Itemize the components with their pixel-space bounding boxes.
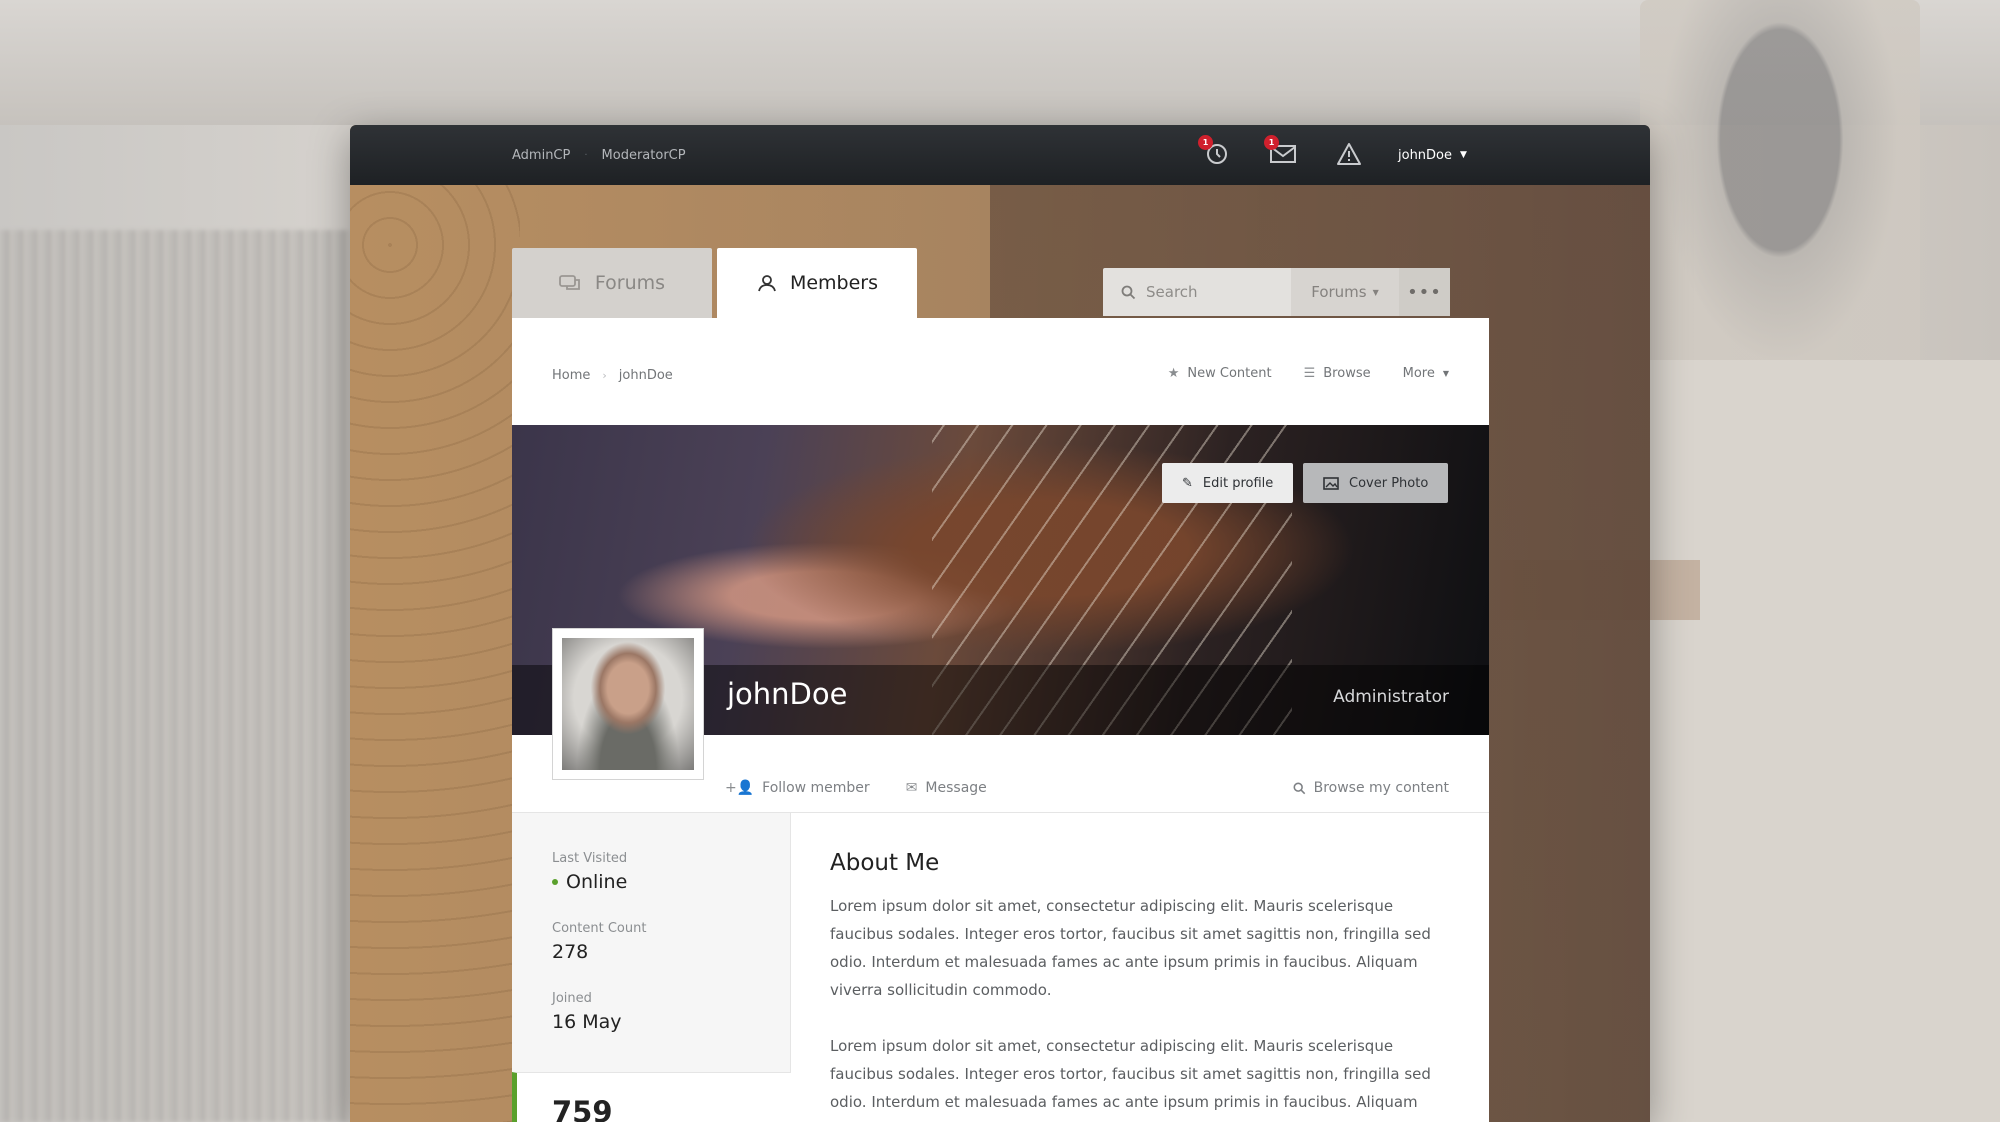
stat-last-visited: Last Visited Online xyxy=(552,851,627,893)
star-icon: ★ xyxy=(1167,366,1180,381)
cover-photo-button[interactable]: Cover Photo xyxy=(1303,463,1449,503)
message-button[interactable]: ✉ Message xyxy=(906,780,987,796)
breadcrumb-current[interactable]: johnDoe xyxy=(619,368,673,383)
message-label: Message xyxy=(925,780,987,796)
stat-label: Last Visited xyxy=(552,851,628,866)
profile-name: johnDoe xyxy=(727,677,848,711)
username: johnDoe xyxy=(1398,147,1453,163)
edit-profile-button[interactable]: ✎ Edit profile xyxy=(1162,463,1294,503)
follow-member-button[interactable]: +👤 Follow member xyxy=(725,780,870,796)
online-status-dot xyxy=(552,879,558,885)
search-scope-dropdown[interactable]: Forums ▼ xyxy=(1291,268,1399,316)
about-me-paragraph: Lorem ipsum dolor sit amet, consectetur … xyxy=(830,897,1431,999)
caret-down-icon: ▼ xyxy=(1460,150,1467,160)
breadcrumb-home[interactable]: Home xyxy=(552,368,590,383)
profile-actions: +👤 Follow member ✉ Message xyxy=(725,780,987,796)
messages-button[interactable]: 1 xyxy=(1264,135,1300,171)
link-separator: · xyxy=(584,149,588,161)
tab-forums-label: Forums xyxy=(594,272,666,294)
header-pattern xyxy=(350,185,520,1122)
notifications-button[interactable]: 1 xyxy=(1198,135,1234,171)
search-icon xyxy=(1121,285,1136,299)
stat-value: 278 xyxy=(552,941,589,963)
stat-label: Joined xyxy=(552,991,592,1006)
admincp-link[interactable]: AdminCP xyxy=(512,148,570,163)
reports-button[interactable] xyxy=(1332,137,1366,171)
avatar-photo xyxy=(562,638,694,770)
tab-members[interactable]: Members xyxy=(717,248,917,318)
breadcrumb: Home › johnDoe xyxy=(552,368,673,383)
more-label: More xyxy=(1402,366,1435,381)
caret-down-icon: ▼ xyxy=(1442,369,1449,378)
image-icon xyxy=(1323,476,1339,490)
pencil-icon: ✎ xyxy=(1182,475,1193,491)
members-icon xyxy=(758,275,776,292)
profile-panel: Home › johnDoe ★ New Content ☰ Browse Mo… xyxy=(512,318,1489,1122)
add-user-icon: +👤 xyxy=(725,780,755,796)
stat-joined: Joined 16 May xyxy=(552,991,622,1033)
user-menu[interactable]: johnDoe ▼ xyxy=(1398,125,1467,185)
moderatorcp-link[interactable]: ModeratorCP xyxy=(602,148,686,163)
warning-icon xyxy=(1337,143,1361,165)
background-speaker xyxy=(1640,0,1920,400)
stat-content-count: Content Count 278 xyxy=(552,921,646,963)
secondary-nav: ★ New Content ☰ Browse More ▼ xyxy=(1168,366,1449,381)
cover-photo-label: Cover Photo xyxy=(1349,475,1429,491)
search-options-button[interactable]: ••• xyxy=(1399,268,1450,316)
envelope-icon: ✉ xyxy=(905,780,918,796)
chat-bubbles-icon xyxy=(559,275,580,290)
search-input[interactable]: Search xyxy=(1103,268,1291,316)
top-navigation-bar: AdminCP · ModeratorCP 1 1 johnDoe ▼ xyxy=(350,125,1650,185)
caret-down-icon: ▼ xyxy=(1372,287,1379,297)
menu-icon: ☰ xyxy=(1303,366,1316,381)
about-me-paragraph: Lorem ipsum dolor sit amet, consectetur … xyxy=(830,1037,1431,1111)
browse-link[interactable]: ☰ Browse xyxy=(1304,366,1371,381)
online-status-text: Online xyxy=(566,871,628,893)
avatar[interactable] xyxy=(552,628,704,780)
reputation-block: 759 xyxy=(512,1072,791,1122)
edit-profile-label: Edit profile xyxy=(1202,475,1274,491)
notifications-badge: 1 xyxy=(1198,135,1213,150)
about-me-section: About Me Lorem ipsum dolor sit amet, con… xyxy=(830,850,1450,1122)
search-placeholder: Search xyxy=(1146,283,1198,301)
browse-my-content-link[interactable]: Browse my content xyxy=(1293,780,1449,796)
search-scope-label: Forums xyxy=(1311,283,1367,301)
messages-badge: 1 xyxy=(1264,135,1279,150)
browse-label: Browse xyxy=(1323,366,1371,381)
search-bar: Search Forums ▼ ••• xyxy=(1103,268,1450,316)
reputation-value: 759 xyxy=(552,1095,613,1122)
ellipsis-icon: ••• xyxy=(1407,281,1442,303)
browser-window: AdminCP · ModeratorCP 1 1 johnDoe ▼ Foru… xyxy=(350,125,1650,1122)
new-content-label: New Content xyxy=(1187,366,1272,381)
follow-member-label: Follow member xyxy=(762,780,870,796)
about-me-title: About Me xyxy=(830,850,940,876)
stat-label: Content Count xyxy=(552,921,647,936)
stat-value: 16 May xyxy=(552,1011,622,1033)
stat-value: Online xyxy=(552,871,627,893)
search-icon xyxy=(1293,782,1305,794)
profile-role: Administrator xyxy=(1333,687,1449,707)
profile-stats-sidebar: Last Visited Online Content Count 278 Jo… xyxy=(512,813,791,1122)
new-content-link[interactable]: ★ New Content xyxy=(1168,366,1272,381)
background-record-shelf xyxy=(0,230,350,1122)
browse-my-content-label: Browse my content xyxy=(1313,780,1449,796)
chevron-right-icon: › xyxy=(602,369,607,382)
more-dropdown[interactable]: More ▼ xyxy=(1403,366,1449,381)
tab-forums[interactable]: Forums xyxy=(512,248,712,318)
tab-members-label: Members xyxy=(789,272,879,294)
background-cabinet xyxy=(1650,360,2000,1122)
